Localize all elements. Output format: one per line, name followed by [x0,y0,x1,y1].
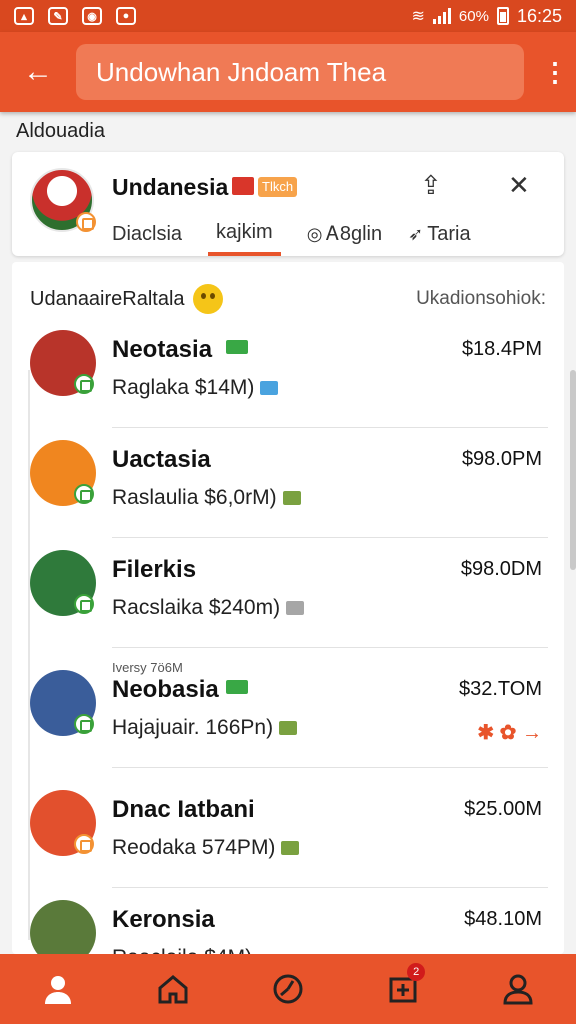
section-label: Aldouadia [16,120,105,142]
tab-4-label: Taria [427,222,471,245]
item-subtitle: Raslaulia $6,0rM) [112,486,301,510]
tag-icon [279,721,298,736]
item-action-icons[interactable]: ✱ ✿ → [477,720,542,745]
status-tag-icon [226,340,248,354]
item-amount: $98.0DM [460,558,542,580]
verified-badge-icon [74,484,94,504]
item-amount: $98.0PM [461,448,542,470]
status-notification-icons: ▴ ✎ ◉ ● [14,7,136,25]
profile-name: Undanesia [112,174,229,200]
item-amount: $25.00M [464,798,542,820]
tag-icon[interactable]: ✕ [508,170,530,201]
item-name: Neobasia [112,676,219,703]
flag-icon [232,177,254,195]
profile-card: Undanesia Tlkch ⇪ ✕ Diaclsia kajkim ◎ Ꭺ8… [12,152,564,256]
verified-badge-icon [74,714,94,734]
status-indicators: ≋ 60% 16:25 [412,6,562,27]
list-item[interactable]: Keronsia Raaclaila $4M) $48.10M [12,888,564,954]
battery-icon [496,7,509,25]
verified-badge-icon [74,834,94,854]
item-name: Uactasia [112,446,211,473]
item-amount: $32.TOM [459,678,542,700]
item-name: Keronsia [112,906,215,933]
status-tag-icon [226,680,248,694]
tag-icon [281,841,300,856]
item-name: Filerkis [112,556,197,583]
item-name: Neotasia [112,336,213,363]
wifi-icon: ≋ [411,8,425,25]
profile-tag: Tlkch [258,177,298,197]
scrollbar[interactable] [570,370,576,570]
item-amount: $48.10M [464,908,542,930]
clock: 16:25 [516,5,562,26]
tag-icon [282,491,301,506]
item-amount: $18.4PM [461,338,542,360]
camera-icon: ◉ [82,7,102,25]
verified-badge-icon [74,374,94,394]
item-subtitle: Reodaka 574PM) [112,836,300,860]
spinner-icon: ◎ [306,223,323,244]
tab-3-label: Ꭺ8glin [326,222,383,245]
avatar [30,900,96,954]
list-item[interactable]: Iversy 7ö6M Neobasia Hajajuair. 166Pn) $… [12,658,564,768]
list-header-right[interactable]: Ukadionsohiok: [416,288,546,310]
list-item[interactable]: Neotasia Raglaka $14M) $18.4PM [12,318,564,428]
send-icon: ➶ [408,223,424,244]
game-icon: ● [116,7,136,25]
list-item[interactable]: Uactasia Raslaulia $6,0rM) $98.0PM [12,428,564,538]
app-bar: ← Undowhan Jndoam Thea ⋮ [0,32,576,112]
tab-2[interactable]: kajkim [208,212,281,256]
list-header-left: UdanaaireRaltala [30,284,223,314]
nav-clock-icon[interactable] [268,969,308,1009]
nav-home-icon[interactable] [153,969,193,1009]
back-arrow-icon[interactable]: ← [14,55,62,89]
item-subtitle: Raaclaila $4M) [112,946,252,954]
profile-tabs: Diaclsia kajkim ◎ Ꭺ8glin ➶ Taria [112,212,552,256]
image-icon: ▴ [14,7,34,25]
item-subtitle: Hajajuair. 166Pn) [112,716,298,740]
tag-icon [286,601,305,616]
nav-inbox-icon[interactable]: 2 [383,963,426,1009]
nav-people-icon[interactable] [38,969,78,1009]
list-header-title: UdanaaireRaltala [30,287,185,310]
tab-1[interactable]: Diaclsia [112,212,182,256]
item-subtitle: Racslaika $240m) [112,596,305,620]
status-bar: ▴ ✎ ◉ ● ≋ 60% 16:25 [0,0,576,32]
item-name: Dnac Iatbani [112,796,255,823]
more-options-icon[interactable]: ⋮ [542,57,568,88]
notification-badge: 2 [407,963,426,981]
verified-badge-icon [74,594,94,614]
edit-icon: ✎ [48,7,68,25]
battery-percent: 60% [458,7,489,25]
list-header: UdanaaireRaltala Ukadionsohiok: [30,284,546,314]
verified-badge-icon [76,212,96,232]
divider [112,767,548,768]
share-icon[interactable]: ⇪ [420,170,442,201]
signal-icon [432,8,451,24]
list-item[interactable]: Dnac Iatbani Reodaka 574PM) $25.00M [12,778,564,888]
tab-3[interactable]: ◎ Ꭺ8glin [307,212,382,256]
item-small-label: Iversy 7ö6M [112,660,183,675]
item-subtitle: Raglaka $14M) [112,376,279,400]
nav-profile-icon[interactable] [498,969,538,1009]
tab-4[interactable]: ➶ Taria [408,212,470,256]
bottom-nav: 2 [0,954,576,1024]
search-input[interactable]: Undowhan Jndoam Thea [76,44,524,100]
smile-emoji-icon [192,284,223,314]
tag-icon [260,381,279,396]
list-item[interactable]: Filerkis Racslaika $240m) $98.0DM [12,538,564,648]
divider [112,647,548,648]
